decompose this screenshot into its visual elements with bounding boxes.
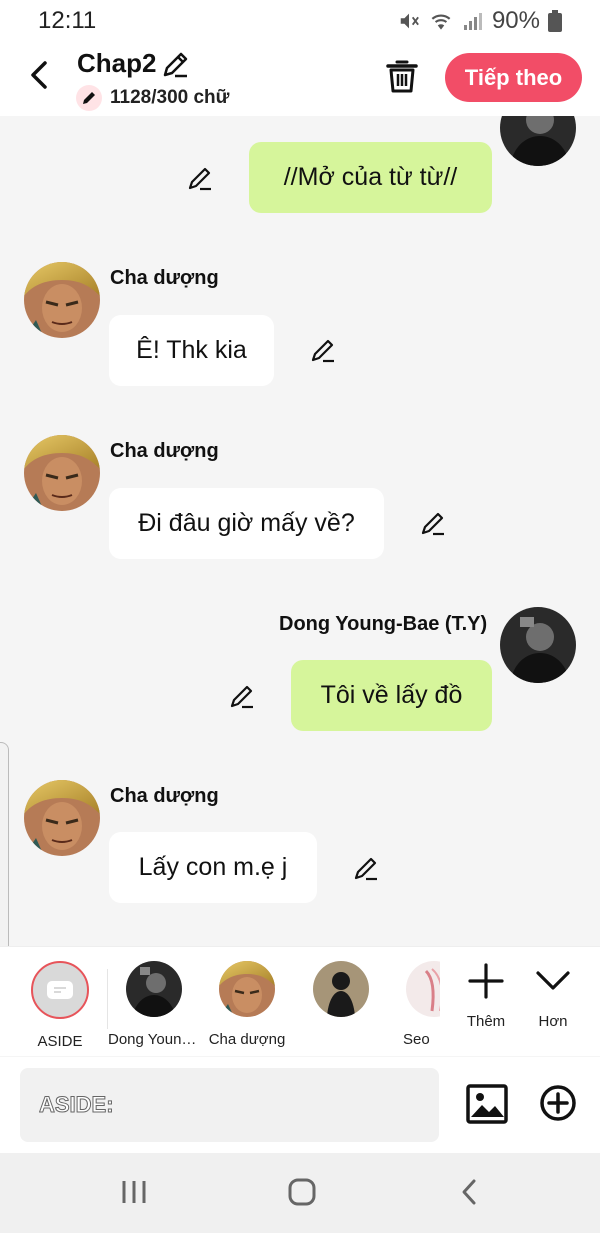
avatar[interactable] (24, 780, 100, 856)
scroll-handle[interactable] (0, 742, 9, 972)
system-back-button[interactable] (458, 1177, 480, 1212)
mute-icon (400, 13, 419, 29)
message-bubble[interactable]: Tôi về lấy đồ (291, 660, 492, 731)
pencil-icon[interactable] (160, 50, 190, 80)
avatar[interactable] (500, 607, 576, 683)
more-label: Hơn (538, 1013, 568, 1030)
delete-button[interactable] (386, 58, 418, 99)
home-icon (288, 1178, 316, 1206)
edit-message-icon[interactable] (228, 682, 256, 710)
battery-percent: 90% (491, 7, 540, 34)
wifi-icon (431, 14, 451, 30)
image-icon (466, 1084, 508, 1124)
avatar[interactable] (24, 262, 100, 338)
add-label: Thêm (466, 1013, 506, 1030)
input-row (0, 1057, 600, 1153)
character-bar: ASIDE Dong Young-Bae (T.Y) Cha dượng Seo… (0, 946, 600, 1056)
recent-apps-icon (122, 1181, 146, 1203)
back-arrow-icon (31, 61, 47, 89)
back-button[interactable] (22, 58, 56, 92)
avatar (126, 961, 182, 1017)
speaker-name: Dong Young-Bae (T.Y) (279, 613, 488, 635)
character-cha-duong[interactable]: Cha dượng (199, 961, 295, 1048)
chat-area[interactable]: Dong Young-Bae (T.Y) //Mở của từ từ// Ch… (0, 116, 600, 946)
battery-icon (548, 10, 562, 32)
speaker-name: Cha dượng (110, 267, 219, 289)
speaker-name: Cha dượng (110, 440, 219, 462)
message-bubble[interactable]: //Mở của từ từ// (249, 142, 492, 213)
message-input[interactable] (20, 1068, 439, 1142)
next-button[interactable]: Tiếp theo (445, 53, 582, 102)
character-silhouette[interactable] (293, 961, 389, 1031)
edit-message-icon[interactable] (419, 509, 447, 537)
character-label: Dong Young-Bae (T.Y) (108, 1031, 200, 1048)
character-seo[interactable]: Seo (384, 961, 440, 1048)
more-characters-button[interactable]: Hơn (535, 961, 571, 1030)
edit-message-icon[interactable] (186, 164, 214, 192)
pencil-icon (83, 92, 95, 104)
message-icon (47, 981, 73, 999)
status-bar: 12:11 90% (0, 0, 600, 42)
trash-icon (386, 60, 418, 93)
chevron-down-icon (536, 971, 570, 990)
system-nav-bar (0, 1153, 600, 1233)
character-label: Seo (403, 1031, 430, 1048)
word-count-text: 1128/300 chữ (110, 87, 230, 108)
signal-icon (463, 13, 482, 30)
avatar[interactable] (24, 435, 100, 511)
avatar[interactable] (500, 116, 576, 166)
chapter-title[interactable]: Chap2 (77, 48, 156, 79)
avatar (406, 961, 440, 1017)
back-icon (462, 1179, 476, 1205)
avatar (219, 961, 275, 1017)
status-indicators: 90% (398, 7, 562, 35)
editor-header: Chap2 1128/300 chữ Tiếp theo (0, 42, 600, 116)
word-count-badge (76, 85, 102, 111)
edit-message-icon[interactable] (352, 854, 380, 882)
aside-avatar (31, 961, 89, 1019)
character-dong[interactable]: Dong Young-Bae (T.Y) (106, 961, 202, 1048)
message-bubble[interactable]: Ê! Thk kia (109, 315, 274, 386)
avatar (313, 961, 369, 1017)
message-bubble[interactable]: Lấy con m.ẹ j (109, 832, 317, 903)
character-aside[interactable]: ASIDE (12, 961, 108, 1050)
edit-message-icon[interactable] (309, 336, 337, 364)
add-button[interactable] (539, 1084, 577, 1127)
plus-icon (468, 963, 504, 999)
character-label: Cha dượng (208, 1031, 286, 1048)
plus-circle-icon (540, 1085, 576, 1121)
insert-image-button[interactable] (466, 1084, 508, 1129)
recent-apps-button[interactable] (120, 1177, 148, 1212)
character-label: ASIDE (37, 1033, 83, 1050)
home-button[interactable] (287, 1177, 317, 1212)
status-time: 12:11 (38, 7, 97, 34)
speaker-name: Cha dượng (110, 785, 219, 807)
message-bubble[interactable]: Đi đâu giờ mấy về? (109, 488, 384, 559)
add-character-button[interactable]: Thêm (466, 961, 506, 1030)
word-count: 1128/300 chữ (76, 85, 229, 111)
